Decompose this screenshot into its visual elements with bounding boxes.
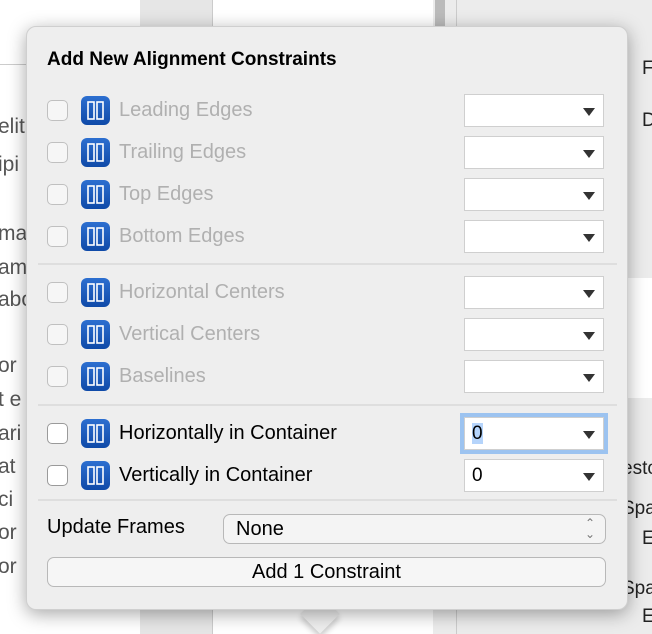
constraint-value-combo[interactable] bbox=[464, 360, 604, 393]
constraint-checkbox[interactable] bbox=[47, 100, 68, 121]
dropdown-arrow-icon[interactable] bbox=[583, 374, 595, 382]
constraint-row: Bottom Edges bbox=[47, 220, 607, 254]
top-edges-icon bbox=[81, 180, 110, 209]
background-text: at bbox=[0, 455, 16, 478]
constraint-row: Leading Edges bbox=[47, 94, 607, 128]
background-text: ari bbox=[0, 422, 22, 445]
constraint-label: Baselines bbox=[119, 365, 206, 387]
constraint-value-combo[interactable]: 0 bbox=[464, 417, 604, 450]
constraint-row: Baselines bbox=[47, 360, 607, 394]
divider bbox=[38, 499, 617, 501]
constraint-checkbox[interactable] bbox=[47, 142, 68, 163]
inspector-text: D bbox=[642, 110, 652, 131]
dropdown-arrow-icon[interactable] bbox=[583, 234, 595, 242]
leading-edges-icon bbox=[81, 96, 110, 125]
constraint-row: Top Edges bbox=[47, 178, 607, 212]
inspector-text: E bbox=[642, 528, 652, 549]
constraint-row: Trailing Edges bbox=[47, 136, 607, 170]
constraint-checkbox[interactable] bbox=[47, 366, 68, 387]
dropdown-arrow-icon[interactable] bbox=[583, 192, 595, 200]
constraint-label: Vertically in Container bbox=[119, 464, 313, 486]
update-frames-value: None bbox=[236, 518, 284, 540]
constraint-checkbox[interactable]: ✓ bbox=[47, 423, 68, 444]
constraint-value-combo[interactable] bbox=[464, 178, 604, 211]
background-text: t e bbox=[0, 388, 22, 411]
background-text: or bbox=[0, 521, 17, 544]
vertical-centers-icon bbox=[81, 320, 110, 349]
background-text: ci bbox=[0, 488, 14, 511]
constraint-label: Bottom Edges bbox=[119, 225, 245, 247]
background-text: ipi bbox=[0, 153, 20, 176]
alignment-constraints-popover: Add New Alignment Constraints Leading Ed… bbox=[26, 26, 628, 610]
dropdown-arrow-icon[interactable] bbox=[583, 108, 595, 116]
constraint-label: Horizontally in Container bbox=[119, 422, 337, 444]
constraint-row: Vertically in Container 0 bbox=[47, 459, 607, 493]
constraint-label: Horizontal Centers bbox=[119, 281, 285, 303]
horizontal-center-container-icon bbox=[81, 419, 110, 448]
constraint-checkbox[interactable] bbox=[47, 226, 68, 247]
constraint-label: Leading Edges bbox=[119, 99, 253, 121]
dropdown-arrow-icon[interactable] bbox=[583, 150, 595, 158]
popover-title: Add New Alignment Constraints bbox=[47, 49, 337, 70]
constraint-checkbox[interactable] bbox=[47, 184, 68, 205]
constraint-value-combo[interactable]: 0 bbox=[464, 459, 604, 492]
background-text: ma bbox=[0, 222, 28, 245]
inspector-text: F bbox=[642, 58, 652, 79]
dropdown-arrow-icon[interactable] bbox=[583, 431, 595, 439]
inspector-preview bbox=[624, 278, 652, 398]
baselines-icon bbox=[81, 362, 110, 391]
constraint-checkbox[interactable] bbox=[47, 465, 68, 486]
bottom-edges-icon bbox=[81, 222, 110, 251]
constraint-checkbox[interactable] bbox=[47, 282, 68, 303]
up-down-chevron-icon: ⌃ ⌄ bbox=[584, 516, 595, 541]
constraint-value: 0 bbox=[472, 423, 483, 444]
background-text: or bbox=[0, 354, 17, 377]
dropdown-arrow-icon[interactable] bbox=[583, 332, 595, 340]
constraint-row: Horizontal Centers bbox=[47, 276, 607, 310]
constraint-label: Trailing Edges bbox=[119, 141, 247, 163]
divider bbox=[38, 404, 617, 406]
horizontal-centers-icon bbox=[81, 278, 110, 307]
constraint-value-combo[interactable] bbox=[464, 136, 604, 169]
background-text: elit bbox=[0, 115, 25, 138]
vertical-center-container-icon bbox=[81, 461, 110, 490]
constraint-checkbox[interactable] bbox=[47, 324, 68, 345]
background-text: am bbox=[0, 256, 28, 279]
constraint-row: ✓ Horizontally in Container 0 bbox=[47, 417, 607, 451]
constraint-value: 0 bbox=[472, 465, 483, 486]
constraint-value-combo[interactable] bbox=[464, 220, 604, 253]
update-frames-select[interactable]: None ⌃ ⌄ bbox=[223, 514, 606, 544]
add-constraints-button[interactable]: Add 1 Constraint bbox=[47, 557, 606, 587]
constraint-row: Vertical Centers bbox=[47, 318, 607, 352]
update-frames-label: Update Frames bbox=[47, 516, 185, 538]
inspector-text: E bbox=[642, 606, 652, 627]
trailing-edges-icon bbox=[81, 138, 110, 167]
constraint-label: Vertical Centers bbox=[119, 323, 261, 345]
constraint-value-combo[interactable] bbox=[464, 276, 604, 309]
divider bbox=[38, 263, 617, 265]
background-text: or bbox=[0, 555, 17, 578]
constraint-label: Top Edges bbox=[119, 183, 214, 205]
constraint-value-combo[interactable] bbox=[464, 318, 604, 351]
dropdown-arrow-icon[interactable] bbox=[583, 473, 595, 481]
dropdown-arrow-icon[interactable] bbox=[583, 290, 595, 298]
constraint-value-combo[interactable] bbox=[464, 94, 604, 127]
